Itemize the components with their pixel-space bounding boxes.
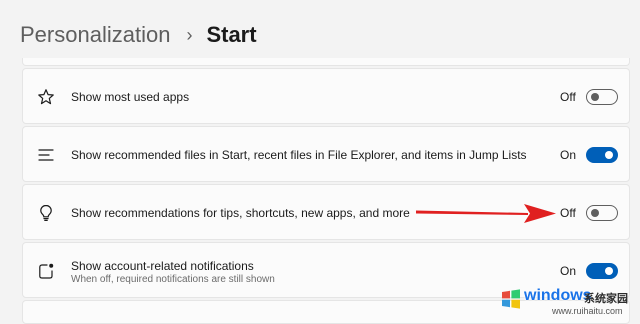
recommendations-tips-toggle[interactable] <box>586 205 618 221</box>
toggle-state-text: Off <box>560 90 576 104</box>
setting-label: Show most used apps <box>71 90 190 104</box>
setting-row-most-used-apps[interactable]: Show most used apps Off <box>22 68 630 124</box>
toggle-state-text: On <box>560 264 577 278</box>
breadcrumb-personalization[interactable]: Personalization <box>20 22 170 48</box>
star-icon <box>37 88 55 106</box>
lightbulb-icon <box>37 204 55 222</box>
toggle-knob <box>605 267 613 275</box>
setting-label: Show recommended files in Start, recent … <box>71 148 527 162</box>
page-title: Start <box>206 22 257 47</box>
recommended-files-toggle[interactable] <box>586 147 618 163</box>
watermark: windows 系统家园 www.ruihaitu.com <box>498 282 640 320</box>
toggle-knob <box>591 93 599 101</box>
most-used-apps-toggle[interactable] <box>586 89 618 105</box>
watermark-brand-cn: 系统家园 <box>584 293 628 305</box>
setting-label: Show recommendations for tips, shortcuts… <box>71 206 410 220</box>
breadcrumb-chevron-icon: › <box>186 24 193 45</box>
breadcrumb: Personalization › Start <box>20 18 257 52</box>
toggle-knob <box>591 209 599 217</box>
settings-card-partial-top <box>22 58 630 66</box>
setting-sublabel: When off, required notifications are sti… <box>71 274 275 285</box>
toggle-state-text: Off <box>560 206 576 220</box>
watermark-brand: windows <box>524 287 592 304</box>
notification-icon <box>37 262 55 280</box>
list-icon <box>37 146 55 164</box>
setting-row-recommended-files[interactable]: Show recommended files in Start, recent … <box>22 126 630 182</box>
toggle-state-text: On <box>560 148 577 162</box>
annotation-arrow-icon <box>416 204 556 223</box>
account-notifications-toggle[interactable] <box>586 263 618 279</box>
watermark-url: www.ruihaitu.com <box>552 306 623 316</box>
windows-logo-icon <box>502 289 520 309</box>
toggle-knob <box>605 151 613 159</box>
setting-label: Show account-related notifications <box>71 259 254 273</box>
